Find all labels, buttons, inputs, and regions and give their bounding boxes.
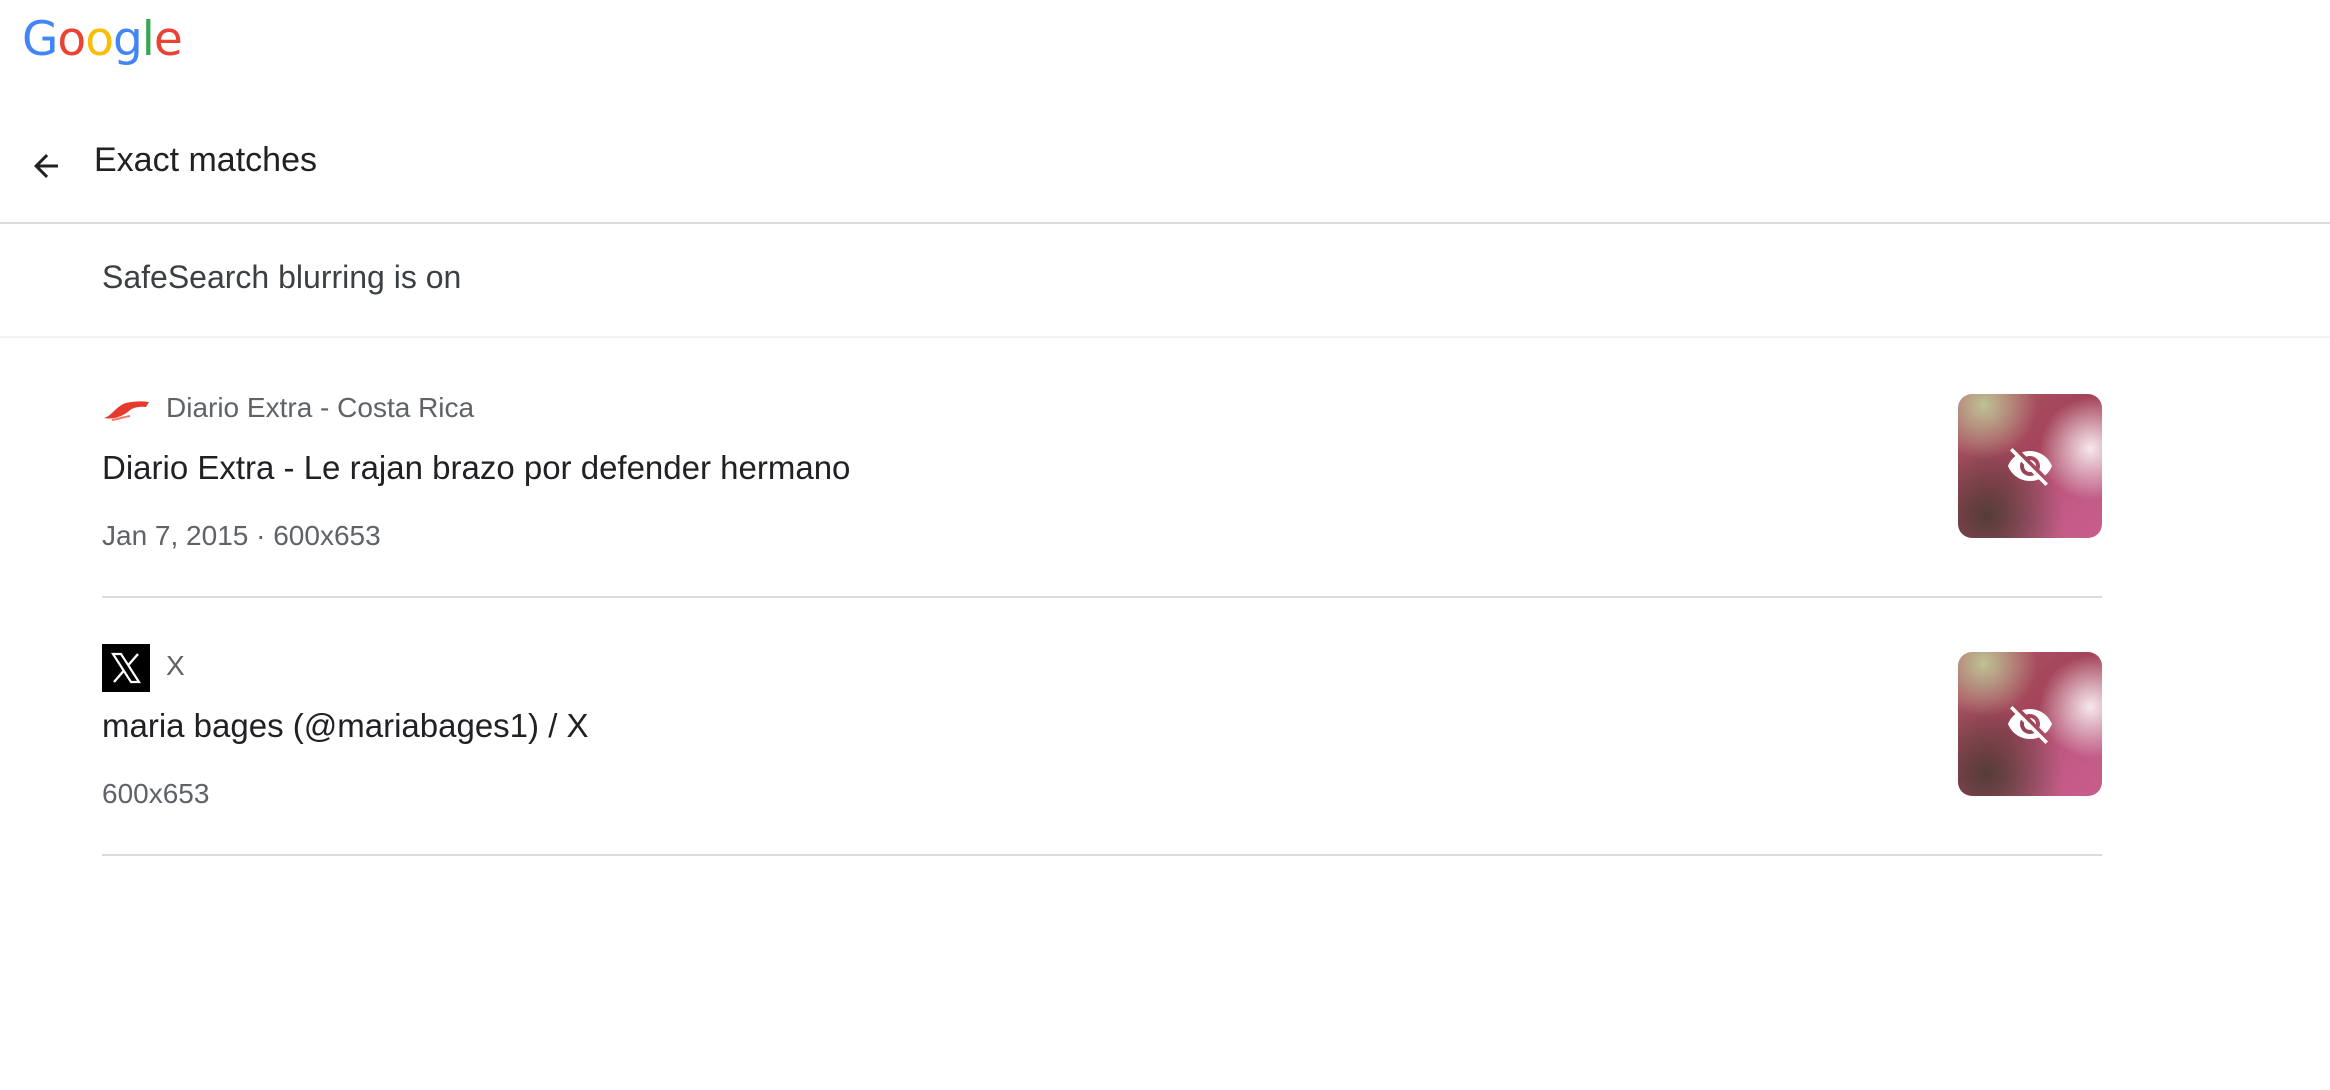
logo-letter-g2: g <box>112 12 143 67</box>
logo-letter-l: l <box>141 12 155 67</box>
result-source: Diario Extra - Costa Rica <box>166 392 475 423</box>
google-logo[interactable]: Google <box>22 12 183 67</box>
logo-letter-o1: o <box>57 12 86 67</box>
result-title-link[interactable]: Diario Extra - Le rajan brazo por defend… <box>102 446 850 490</box>
result-meta: Jan 7, 2015 · 600x653 <box>102 520 381 551</box>
result-item[interactable]: Diario Extra - Costa Rica Diario Extra -… <box>102 340 2102 598</box>
page-title: Exact matches <box>94 141 317 179</box>
blurred-thumbnail[interactable] <box>1958 652 2102 796</box>
back-button[interactable] <box>18 138 74 194</box>
logo-letter-g: G <box>22 12 58 67</box>
eye-off-icon <box>2008 706 2052 744</box>
arrow-left-icon <box>34 154 58 178</box>
safesearch-notice: SafeSearch blurring is on <box>0 224 2330 338</box>
result-source: X <box>166 650 185 681</box>
result-title-link[interactable]: maria bages (@mariabages1) / X <box>102 704 589 748</box>
safesearch-text: SafeSearch blurring is on <box>102 259 462 295</box>
result-item[interactable]: X maria bages (@mariabages1) / X 600x653 <box>102 598 2102 856</box>
x-favicon <box>102 644 150 692</box>
result-meta: 600x653 <box>102 778 210 809</box>
logo-letter-o2: o <box>85 12 114 67</box>
diario-extra-favicon <box>102 386 150 434</box>
diario-extra-logo-icon <box>104 401 149 421</box>
x-logo-icon <box>102 644 150 692</box>
logo-letter-e: e <box>153 12 183 67</box>
page-header: Exact matches <box>0 120 2330 224</box>
eye-off-icon <box>2008 448 2052 486</box>
blurred-thumbnail[interactable] <box>1958 394 2102 538</box>
